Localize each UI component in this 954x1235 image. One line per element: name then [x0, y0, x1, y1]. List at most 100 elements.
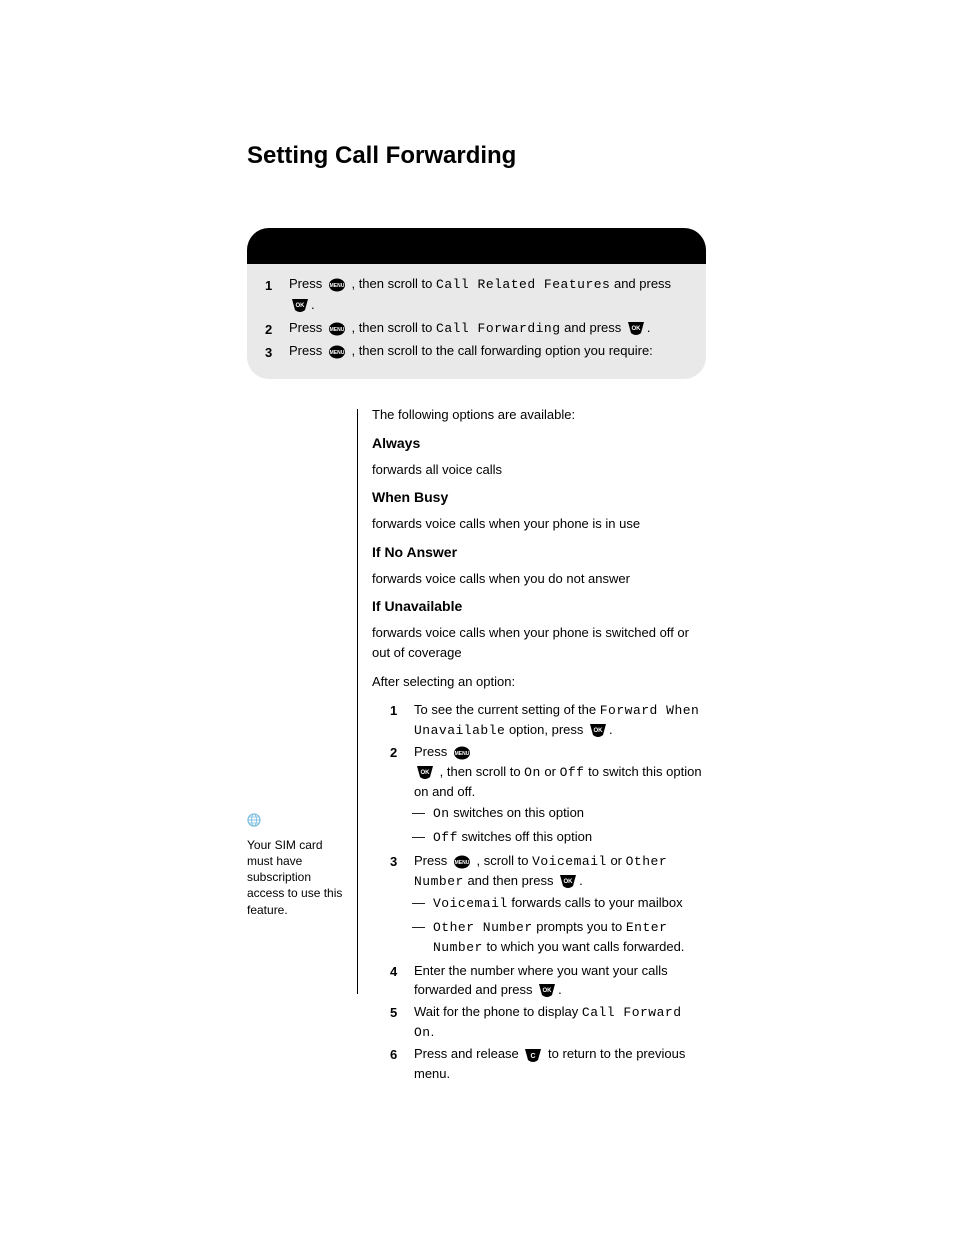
step-number: 3: [265, 341, 279, 363]
instruction-box-body: 1 Press MENU , then scroll to Call Relat…: [247, 264, 706, 379]
text: Press: [289, 343, 326, 358]
step-text: Press MENU OK , then scroll to On or Off…: [414, 742, 707, 801]
text: and press: [614, 276, 671, 291]
menu-icon: MENU: [329, 342, 345, 362]
svg-text:OK: OK: [543, 988, 553, 994]
text: , scroll to: [476, 853, 532, 868]
svg-text:MENU: MENU: [454, 860, 469, 866]
sub-step-4: 4 Enter the number where you want your c…: [390, 961, 707, 1000]
instruction-box-header: [247, 228, 706, 264]
menu-icon: MENU: [329, 275, 345, 295]
menu-label: Call Forwarding: [436, 321, 561, 336]
svg-text:C: C: [531, 1053, 536, 1060]
text: option, press: [509, 722, 587, 737]
svg-text:OK: OK: [594, 728, 604, 734]
svg-text:OK: OK: [296, 303, 306, 309]
instruction-box: 1 Press MENU , then scroll to Call Relat…: [247, 228, 706, 379]
menu-icon: MENU: [454, 743, 470, 762]
bullet-other-number: — Other Number prompts you to Enter Numb…: [412, 917, 707, 957]
ok-icon: OK: [560, 872, 576, 891]
option-always-body: forwards all voice calls: [372, 460, 707, 480]
step-number: 2: [390, 742, 404, 801]
option-noanswer-title: If No Answer: [372, 542, 707, 563]
bullet-voicemail: — Voicemail forwards calls to your mailb…: [412, 893, 707, 913]
text: forwards calls to your mailbox: [511, 895, 682, 910]
ok-icon: OK: [292, 296, 308, 316]
text: , then scroll to: [351, 276, 436, 291]
text: Press: [289, 276, 326, 291]
svg-text:MENU: MENU: [454, 751, 469, 757]
ok-icon: OK: [539, 981, 555, 1000]
step-number: 2: [265, 318, 279, 340]
svg-text:MENU: MENU: [329, 283, 344, 289]
menu-label: Voicemail: [433, 896, 508, 911]
menu-icon: MENU: [454, 852, 470, 871]
dash: —: [412, 803, 425, 823]
step-number: 1: [265, 274, 279, 296]
text: switches off this option: [462, 829, 593, 844]
ok-icon: OK: [590, 721, 606, 740]
sub-step-3: 3 Press MENU , scroll to Voicemail or Ot…: [390, 851, 707, 891]
step-number: 3: [390, 851, 404, 891]
step-2: 2 Press MENU , then scroll to Call Forwa…: [265, 318, 688, 340]
sub-step-5: 5 Wait for the phone to display Call For…: [390, 1002, 707, 1042]
menu-label: On: [433, 806, 450, 821]
menu-label: Voicemail: [532, 854, 607, 869]
text: Press and release: [414, 1046, 522, 1061]
bullet-off: — Off switches off this option: [412, 827, 707, 847]
step-number: 1: [390, 700, 404, 740]
text: , then scroll to the call forwarding opt…: [351, 343, 652, 358]
option-unavailable-body: forwards voice calls when your phone is …: [372, 623, 707, 662]
menu-label: Off: [433, 830, 458, 845]
bullet-on: — On switches on this option: [412, 803, 707, 823]
sidebar-text: Your SIM card must have subscription acc…: [247, 837, 349, 918]
svg-text:OK: OK: [421, 770, 431, 776]
step-1: 1 Press MENU , then scroll to Call Relat…: [265, 274, 688, 316]
text: and press: [564, 320, 625, 335]
sub-step-2: 2 Press MENU OK , then scroll to On or O…: [390, 742, 707, 801]
step-text: Enter the number where you want your cal…: [414, 961, 707, 1000]
step-text: Press MENU , then scroll to Call Forward…: [289, 318, 688, 339]
ok-icon: OK: [628, 318, 644, 338]
text: or: [544, 764, 559, 779]
dash: —: [412, 827, 425, 847]
menu-label: On: [524, 765, 541, 780]
step-text: Press MENU , then scroll to Call Related…: [289, 274, 688, 316]
text: Press: [289, 320, 326, 335]
sub-step-6: 6 Press and release C to return to the p…: [390, 1044, 707, 1083]
text: Press: [414, 744, 451, 759]
step-text: To see the current setting of the Forwar…: [414, 700, 707, 740]
sub-step-1: 1 To see the current setting of the Forw…: [390, 700, 707, 740]
menu-label: Off: [560, 765, 585, 780]
column-divider: [357, 409, 358, 994]
step-text: Press MENU , scroll to Voicemail or Othe…: [414, 851, 707, 891]
step-text: Wait for the phone to display Call Forwa…: [414, 1002, 707, 1042]
step-text: Press and release C to return to the pre…: [414, 1044, 707, 1083]
svg-text:MENU: MENU: [329, 327, 344, 333]
option-always-title: Always: [372, 433, 707, 454]
text: switches on this option: [453, 805, 584, 820]
option-busy-body: forwards voice calls when your phone is …: [372, 514, 707, 534]
step-3: 3 Press MENU , then scroll to the call f…: [265, 341, 688, 363]
step-number: 5: [390, 1002, 404, 1042]
sidebar-note: Your SIM card must have subscription acc…: [247, 405, 349, 918]
page-heading: Setting Call Forwarding: [247, 142, 516, 170]
text: , then scroll to: [351, 320, 436, 335]
text: or: [610, 853, 625, 868]
step-number: 6: [390, 1044, 404, 1083]
option-unavailable-title: If Unavailable: [372, 596, 707, 617]
dash: —: [412, 893, 425, 913]
step-text: Press MENU , then scroll to the call for…: [289, 341, 688, 362]
text: Press: [414, 853, 451, 868]
step-number: 4: [390, 961, 404, 1000]
options-intro: The following options are available:: [372, 405, 707, 425]
text: Wait for the phone to display: [414, 1004, 582, 1019]
option-busy-title: When Busy: [372, 487, 707, 508]
dash: —: [412, 917, 425, 957]
text: To see the current setting of the: [414, 702, 600, 717]
menu-label: Call Related Features: [436, 277, 610, 292]
svg-text:MENU: MENU: [329, 350, 344, 356]
page: Setting Call Forwarding 1 Press MENU , t…: [0, 0, 954, 1235]
text: , then scroll to: [440, 764, 525, 779]
text: to which you want calls forwarded.: [486, 939, 684, 954]
